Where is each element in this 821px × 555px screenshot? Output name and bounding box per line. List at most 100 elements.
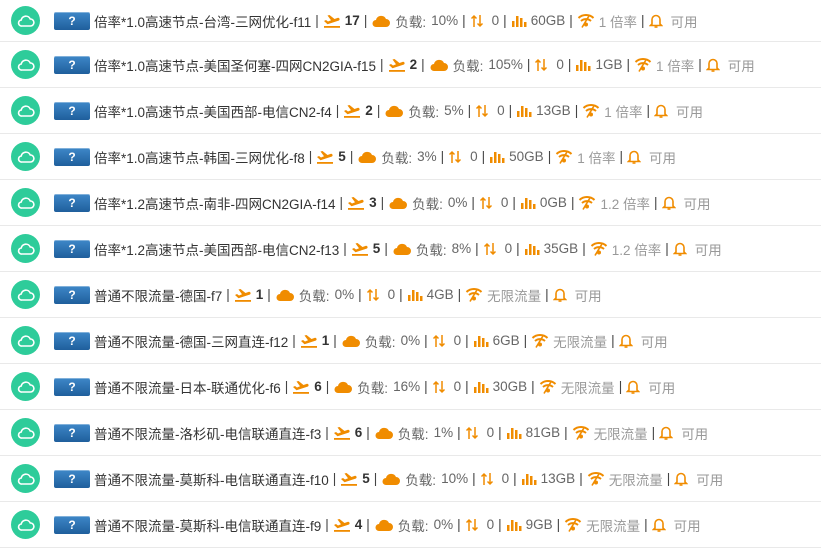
node-row[interactable]: ? 普通不限流量-德国-f7 | 1 | 负载: 0% | 0 | 4GB | … <box>0 272 821 318</box>
node-row[interactable]: ? 倍率*1.2高速节点-美国西部-电信CN2-f13 | 5 | 负载: 8%… <box>0 226 821 272</box>
node-row[interactable]: ? 倍率*1.0高速节点-台湾-三网优化-f11 | 17 | 负载: 10% … <box>0 0 821 42</box>
cloud-load-icon <box>374 426 394 440</box>
updown-arrows-icon <box>448 149 462 165</box>
node-row[interactable]: ? 倍率*1.0高速节点-美国西部-电信CN2-f4 | 2 | 负载: 5% … <box>0 88 821 134</box>
signal-icon <box>587 471 605 486</box>
bell-icon <box>653 103 668 119</box>
availability-status: 可用 <box>648 380 676 396</box>
separator: | <box>611 333 615 348</box>
bar-chart-icon <box>473 334 489 348</box>
separator: | <box>653 195 658 210</box>
separator: | <box>512 195 516 210</box>
plane-icon <box>340 471 358 486</box>
separator: | <box>467 103 472 118</box>
separator: | <box>384 241 388 256</box>
cloud-icon <box>17 105 35 117</box>
updown-value: 0 <box>453 333 462 348</box>
node-name: 倍率*1.2高速节点-美国西部-电信CN2-f13 <box>94 242 340 258</box>
online-users: 5 <box>338 149 346 164</box>
node-name: 倍率*1.0高速节点-韩国-三网优化-f8 <box>94 150 305 166</box>
node-row[interactable]: ? 普通不限流量-莫斯科-电信联通直连-f10 | 5 | 负载: 10% | <box>0 456 821 502</box>
node-name: 普通不限流量-德国-f7 <box>94 288 223 304</box>
signal-icon <box>590 241 608 256</box>
signal-icon <box>634 57 652 72</box>
updown-arrows-icon <box>366 287 380 303</box>
plane-icon <box>333 425 351 440</box>
traffic-used: 0GB <box>539 195 567 210</box>
status-dot <box>11 510 40 539</box>
flag-icon: ? <box>54 193 90 212</box>
flag-icon: ? <box>54 285 90 304</box>
load-label: 负载: <box>395 14 427 30</box>
plane-icon <box>343 103 361 118</box>
updown-arrows-icon <box>432 379 446 395</box>
bell-icon <box>672 241 687 257</box>
availability-status: 可用 <box>648 150 676 166</box>
bar-chart-icon <box>506 426 522 440</box>
separator: | <box>363 13 368 28</box>
node-row[interactable]: ? 倍率*1.0高速节点-韩国-三网优化-f8 | 5 | 负载: 3% | 0… <box>0 134 821 180</box>
flag-icon: ? <box>54 147 90 166</box>
flag-icon: ? <box>54 331 90 350</box>
node-info: 普通不限流量-莫斯科-电信联通直连-f9 | 4 | 负载: 0% | 0 | … <box>94 515 701 535</box>
updown-arrows-icon <box>465 517 479 533</box>
separator: | <box>570 195 575 210</box>
separator: | <box>513 471 517 486</box>
availability-status: 可用 <box>683 196 711 212</box>
cloud-icon <box>17 335 35 347</box>
updown-value: 0 <box>387 287 396 302</box>
node-row[interactable]: ? 普通不限流量-德国-三网直连-f12 | 1 | 负载: 0% | 0 | … <box>0 318 821 364</box>
separator: | <box>226 287 230 302</box>
load-value: 16% <box>393 379 421 394</box>
status-dot <box>11 96 40 125</box>
status-dot <box>11 418 40 447</box>
flag-icon: ? <box>54 423 90 442</box>
bell-icon <box>618 333 633 349</box>
node-name: 普通不限流量-洛杉矶-电信联通直连-f3 <box>94 426 322 442</box>
updown-value: 0 <box>500 195 509 210</box>
status-dot <box>11 142 40 171</box>
bell-icon <box>626 379 641 395</box>
separator: | <box>462 13 466 28</box>
separator: | <box>332 471 337 486</box>
separator: | <box>335 103 340 118</box>
cloud-icon <box>17 427 35 439</box>
separator: | <box>465 379 469 394</box>
node-row[interactable]: ? 倍率*1.0高速节点-美国圣何塞-四网CN2GIA-f15 | 2 | 负载… <box>0 42 821 88</box>
load-value: 0% <box>334 287 355 302</box>
cloud-load-icon <box>381 472 401 486</box>
separator: | <box>545 287 549 302</box>
node-row[interactable]: ? 倍率*1.2高速节点-南非-四网CN2GIA-f14 | 3 | 负载: 0… <box>0 180 821 226</box>
status-dot <box>11 188 40 217</box>
node-info: 普通不限流量-日本-联通优化-f6 | 6 | 负载: 16% | 0 | 30… <box>94 377 675 397</box>
separator: | <box>292 333 296 348</box>
node-info: 普通不限流量-莫斯科-电信联通直连-f10 | 5 | 负载: 10% | 0 … <box>94 469 723 489</box>
cloud-icon <box>17 289 35 301</box>
traffic-used: 4GB <box>426 287 454 302</box>
separator: | <box>564 425 568 440</box>
cloud-load-icon <box>384 104 404 118</box>
status-dot <box>11 464 40 493</box>
updown-value: 0 <box>453 379 462 394</box>
online-users: 17 <box>344 13 360 28</box>
node-row[interactable]: ? 普通不限流量-洛杉矶-电信联通直连-f3 | 6 | 负载: 1% | 0 … <box>0 410 821 456</box>
separator: | <box>526 57 531 72</box>
updown-arrows-icon <box>470 13 484 29</box>
flag-icon: ? <box>54 101 90 120</box>
separator: | <box>569 13 573 28</box>
separator: | <box>399 287 403 302</box>
signal-icon <box>555 149 573 164</box>
separator: | <box>457 425 461 440</box>
updown-arrows-icon <box>480 471 494 487</box>
node-row[interactable]: ? 普通不限流量-莫斯科-电信联通直连-f9 | 4 | 负载: 0% | 0 … <box>0 502 821 548</box>
online-users: 1 <box>321 333 330 348</box>
node-row[interactable]: ? 普通不限流量-日本-联通优化-f6 | 6 | 负载: 16% | 0 | … <box>0 364 821 410</box>
bar-chart-icon <box>489 150 505 164</box>
bell-icon <box>705 57 720 73</box>
plane-icon <box>351 241 369 256</box>
online-users: 3 <box>369 195 377 210</box>
separator: | <box>267 287 271 302</box>
bar-chart-icon <box>506 518 522 532</box>
node-list: ? 倍率*1.0高速节点-台湾-三网优化-f11 | 17 | 负载: 10% … <box>0 0 821 548</box>
rate-value: 1 倍率 <box>598 14 637 30</box>
